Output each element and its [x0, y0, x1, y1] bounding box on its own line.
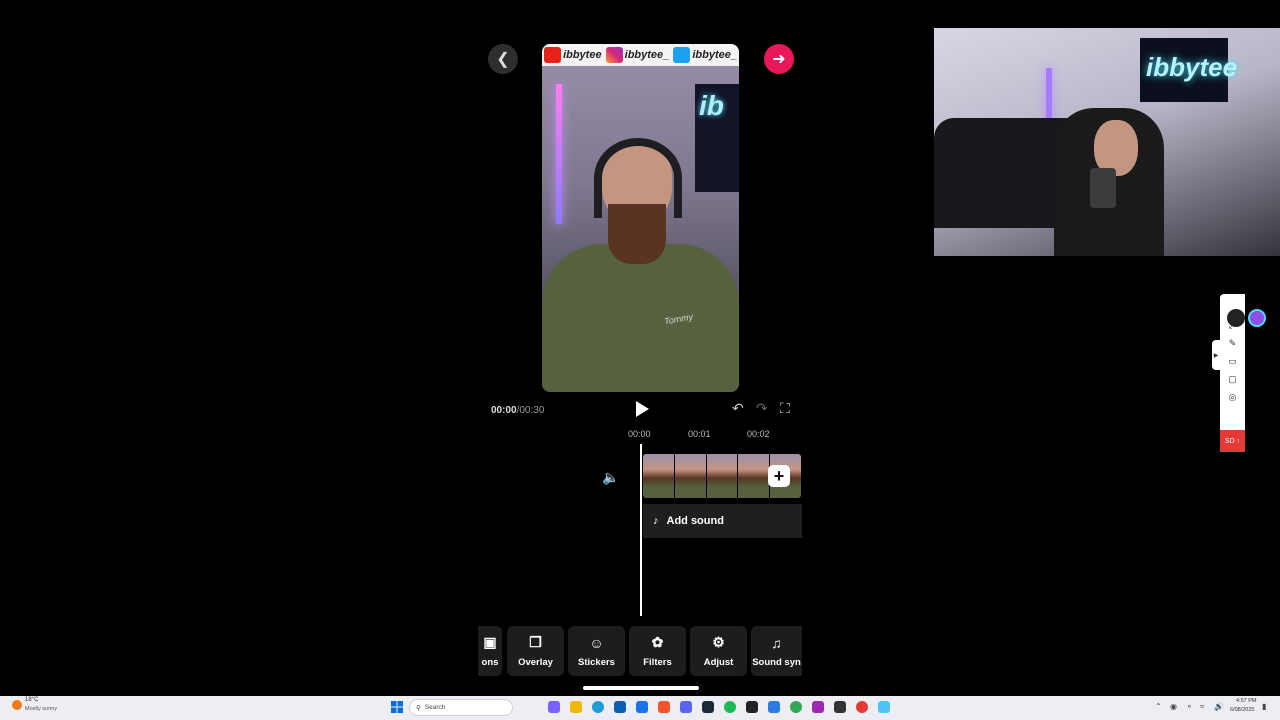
volume-icon[interactable]: 🔈	[602, 469, 619, 486]
captions-icon: ▣	[483, 634, 497, 650]
tool-stickers[interactable]: ☺ Stickers	[568, 626, 625, 676]
neon-sign: ibbytee	[1140, 38, 1237, 102]
app-bubble-icon[interactable]	[1248, 309, 1266, 327]
clip-frame	[674, 454, 706, 498]
neon-light	[556, 84, 562, 224]
tool-overlay[interactable]: ❐ Overlay	[507, 626, 564, 676]
steam-icon[interactable]	[702, 701, 714, 713]
twitter-handle: ibbytee_	[692, 49, 737, 61]
stickers-icon: ☺	[589, 634, 604, 651]
instagram-icon	[605, 47, 623, 63]
microphone-icon[interactable]: ⚬	[1186, 702, 1193, 711]
taskbar-search[interactable]: ⚲ Search	[409, 699, 513, 716]
terminal-icon[interactable]	[746, 701, 758, 713]
filters-icon: ✿	[651, 634, 664, 650]
record-button[interactable]: SD ↑	[1220, 430, 1245, 452]
speaker-icon[interactable]: 🔊	[1214, 702, 1224, 711]
person-hoodie	[542, 244, 739, 392]
music-note-icon: ♪	[653, 515, 659, 527]
overlay-icon: ❐	[529, 634, 542, 650]
next-button[interactable]: ➜	[764, 44, 794, 74]
sound-sync-icon: ♫	[771, 634, 782, 651]
timeline-tick: 00:00	[628, 429, 651, 439]
phone	[1090, 168, 1116, 208]
add-sound-label: Add sound	[666, 515, 724, 527]
instagram-handle: ibbytee_	[624, 49, 670, 61]
wifi-icon[interactable]: ≈	[1200, 702, 1204, 711]
youtube-icon	[544, 47, 562, 63]
neon-sign: ib	[695, 84, 739, 192]
crop-icon[interactable]: ▢	[1228, 372, 1237, 386]
edge-icon[interactable]	[592, 701, 604, 713]
playhead[interactable]	[640, 444, 642, 616]
adjust-icon: ⚙	[712, 634, 725, 650]
clock-time[interactable]: 4:57 PM	[1236, 698, 1256, 704]
chrome-icon[interactable]	[790, 701, 802, 713]
twitter-icon	[673, 47, 691, 63]
pen-icon[interactable]: ✎	[1229, 336, 1237, 350]
copilot-icon[interactable]	[548, 701, 560, 713]
tool-captions[interactable]: ▣ ons	[478, 626, 502, 676]
webcam-overlay: ibbytee	[934, 28, 1280, 256]
network-icon[interactable]: ◉	[1170, 702, 1177, 711]
clip-frame	[706, 454, 738, 498]
notification-icon[interactable]: ▮	[1262, 702, 1266, 711]
obs-icon[interactable]	[856, 701, 868, 713]
tray-chevron-icon[interactable]: ⌃	[1155, 702, 1162, 711]
tool-filters[interactable]: ✿ Filters	[629, 626, 686, 676]
outlook-icon[interactable]	[636, 701, 648, 713]
capcut-icon[interactable]	[834, 701, 846, 713]
waveform-icon[interactable]	[1227, 309, 1245, 327]
add-clip-button[interactable]: +	[768, 465, 790, 487]
redo-icon[interactable]: ↷	[756, 400, 768, 417]
store-icon[interactable]	[614, 701, 626, 713]
weather-temp: 18°C	[25, 697, 39, 703]
youtube-handle: ibbytee	[563, 49, 602, 61]
social-bar: ibbytee ibbytee_ ibbytee_	[542, 44, 739, 66]
phone-link-icon[interactable]	[878, 701, 890, 713]
taskbar: 18°C Mostly sunny ⚲ Search ⌃ ◉ ⚬ ≈ 🔊 4:5…	[0, 696, 1280, 720]
tool-sound-sync[interactable]: ♫ Sound syn	[751, 626, 802, 676]
clip-frame	[738, 454, 770, 498]
video-preview[interactable]: ib Tommy ibbytee ibbytee_ ibbytee_	[542, 44, 739, 392]
panel-collapse-tab[interactable]: ▶	[1212, 340, 1220, 370]
tool-adjust[interactable]: ⚙ Adjust	[690, 626, 747, 676]
spotify-icon[interactable]	[724, 701, 736, 713]
headphones	[594, 138, 682, 218]
time-display: 00:00/00:30	[491, 405, 545, 416]
file-explorer-icon[interactable]	[570, 701, 582, 713]
undo-icon[interactable]: ↶	[732, 400, 744, 417]
timeline-tick: 00:02	[747, 429, 770, 439]
weather-icon[interactable]	[12, 700, 22, 710]
arrow-right-icon: ➜	[772, 51, 786, 68]
play-icon[interactable]	[633, 400, 651, 418]
app-icon[interactable]	[812, 701, 824, 713]
windows-start-icon[interactable]	[391, 701, 403, 713]
fullscreen-icon[interactable]: ⛶	[780, 400, 790, 417]
add-sound-button[interactable]: ♪ Add sound	[643, 504, 802, 538]
weather-desc: Mostly sunny	[25, 706, 58, 712]
notepad-icon[interactable]	[768, 701, 780, 713]
brave-icon[interactable]	[658, 701, 670, 713]
back-button[interactable]: ❮	[488, 44, 518, 74]
clock-date[interactable]: 6/08/2025	[1230, 707, 1254, 713]
clip-frame	[643, 454, 674, 498]
search-icon: ⚲	[416, 704, 421, 712]
rectangle-icon[interactable]: ▭	[1228, 354, 1237, 368]
timeline-tick: 00:01	[688, 429, 711, 439]
target-icon[interactable]: ◎	[1229, 390, 1237, 404]
chevron-left-icon: ❮	[496, 51, 510, 68]
home-indicator[interactable]	[583, 686, 699, 690]
discord-icon[interactable]	[680, 701, 692, 713]
